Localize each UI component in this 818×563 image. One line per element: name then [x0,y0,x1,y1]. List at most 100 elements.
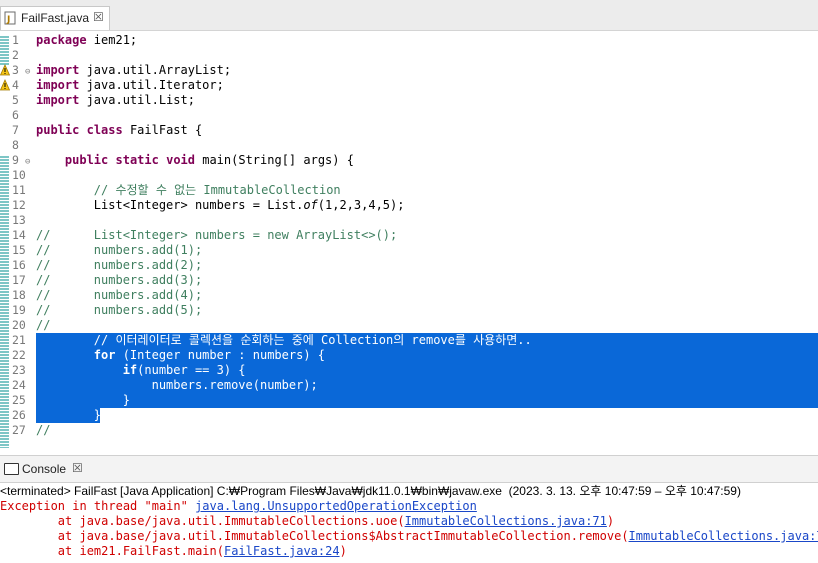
console-text: ) [606,514,615,528]
code-token: import [36,78,80,92]
code-token: if [122,363,138,377]
console-line: at java.base/java.util.ImmutableCollecti… [0,529,818,544]
line-number: 18 [12,288,26,302]
code-line[interactable]: 13 [0,213,818,228]
code-token: // 이터레이터로 콜렉션을 순회하는 중에 Collection의 remov… [36,333,532,347]
line-number: 27 [12,423,26,437]
console-text: at java.base/java.util.ImmutableCollecti… [0,514,405,528]
code-text: } [36,408,101,423]
line-number: 24 [12,378,26,392]
tab-failfast-java[interactable]: J FailFast.java ☒ [0,6,110,30]
code-text: // List<Integer> numbers = new ArrayList… [36,228,397,243]
tab-label: FailFast.java [21,11,90,25]
code-line[interactable]: 5 import java.util.List; [0,93,818,108]
code-line[interactable]: 27 // [0,423,818,438]
console-tab-bar: Console ☒ [0,455,818,483]
code-line[interactable]: 4 import java.util.Iterator; [0,78,818,93]
code-token: (Integer number : numbers) { [115,348,325,362]
code-text: // numbers.add(2); [36,258,202,273]
tab-console[interactable]: Console ☒ [0,456,90,482]
code-line[interactable]: 20 // [0,318,818,333]
code-token: static [115,153,159,167]
code-line[interactable]: 9 ⊖ public static void main(String[] args… [0,153,818,168]
java-file-icon: J [4,11,16,25]
code-token: // 수정할 수 없는 ImmutableCollection [93,183,341,197]
code-line[interactable]: 23 if(number == 3) { [0,363,818,378]
line-number: 8 [12,138,19,152]
code-text: import java.util.ArrayList; [36,63,231,78]
warning-icon[interactable] [0,79,10,91]
line-number: 26 [12,408,26,422]
stacktrace-link[interactable]: FailFast.java:24 [224,544,340,558]
code-token: // numbers.add(1); [36,243,203,257]
code-editor[interactable]: 1 package iem21; 2 3 ⊖ import java.util.Array… [0,31,818,448]
code-token: public [64,153,109,167]
console-line: at iem21.FailFast.main(FailFast.java:24) [0,544,818,559]
code-text: // numbers.add(4); [36,288,202,303]
code-line[interactable]: 2 [0,48,818,63]
line-number: 2 [12,48,19,62]
code-text: } [36,393,130,408]
code-line[interactable]: 18 // numbers.add(4); [0,288,818,303]
code-text: // numbers.add(3); [36,273,202,288]
line-number: 16 [12,258,26,272]
code-token: // [36,318,51,332]
code-text: numbers.remove(number); [36,378,318,393]
console-status-line: <terminated> FailFast [Java Application]… [0,484,741,498]
code-text: for (Integer number : numbers) { [36,348,325,363]
code-line[interactable]: 16 // numbers.add(2); [0,258,818,273]
stacktrace-link[interactable]: ImmutableCollections.java:78 [629,529,818,543]
stacktrace-link[interactable]: java.lang.UnsupportedOperationException [195,499,477,513]
code-line[interactable]: 11 // 수정할 수 없는 ImmutableCollection [0,183,818,198]
code-token: numbers.remove(number); [36,378,318,392]
stacktrace-link[interactable]: ImmutableCollections.java:71 [405,514,607,528]
code-line[interactable]: 10 [0,168,818,183]
code-line[interactable]: 3 ⊖ import java.util.ArrayList; [0,63,818,78]
code-line[interactable]: 6 [0,108,818,123]
code-line[interactable]: 24 numbers.remove(number); [0,378,818,393]
code-line[interactable]: 26 } [0,408,818,423]
console-line: Exception in thread "main" java.lang.Uns… [0,499,818,514]
line-number: 22 [12,348,26,362]
code-line[interactable]: 7 public class FailFast { [0,123,818,138]
line-number: 7 [12,123,19,137]
code-token: of [303,198,318,212]
line-number: 12 [12,198,26,212]
code-token: class [86,123,123,137]
code-line[interactable]: 21 // 이터레이터로 콜렉션을 순회하는 중에 Collection의 re… [0,333,818,348]
line-number: 17 [12,273,26,287]
svg-text:J: J [6,15,10,25]
code-line[interactable]: 1 package iem21; [0,33,818,48]
code-line[interactable]: 17 // numbers.add(3); [0,273,818,288]
code-line[interactable]: 22 for (Integer number : numbers) { [0,348,818,363]
code-line[interactable]: 12 List<Integer> numbers = List.of(1,2,3… [0,198,818,213]
code-text: import java.util.Iterator; [36,78,224,93]
code-token: void [166,153,195,167]
code-token: // List<Integer> numbers = new ArrayList… [36,228,398,242]
line-number: 1 [12,33,19,47]
code-token: // [36,423,51,437]
code-text: // 이터레이터로 콜렉션을 순회하는 중에 Collection의 remov… [36,333,532,348]
console-icon [4,463,19,475]
close-tab-icon[interactable]: ☒ [93,10,104,24]
warning-icon[interactable] [0,64,10,76]
editor-tab-bar: J FailFast.java ☒ [0,0,818,31]
code-text: public static void main(String[] args) { [36,153,354,168]
line-number: 5 [12,93,19,107]
line-number: 13 [12,213,26,227]
code-text: public class FailFast { [36,123,202,138]
code-line[interactable]: 19 // numbers.add(5); [0,303,818,318]
close-console-icon[interactable]: ☒ [72,461,83,475]
line-number: 19 [12,303,26,317]
code-token: for [93,348,116,362]
code-line[interactable]: 15 // numbers.add(1); [0,243,818,258]
code-text: // numbers.add(1); [36,243,202,258]
code-line[interactable]: 25 } [0,393,818,408]
line-number: 10 [12,168,26,182]
code-line[interactable]: 14 // List<Integer> numbers = new ArrayLi… [0,228,818,243]
code-line[interactable]: 8 [0,138,818,153]
